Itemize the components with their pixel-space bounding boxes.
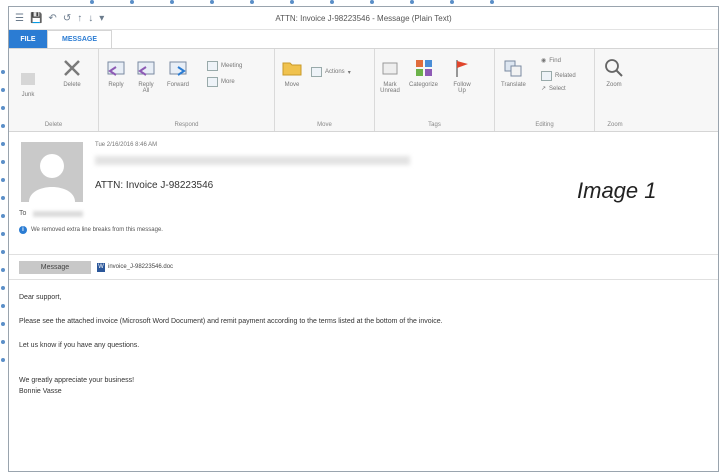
tags-group-label: Tags <box>428 122 441 128</box>
reply-button[interactable]: Reply <box>105 57 127 88</box>
more-button[interactable]: More <box>207 77 235 87</box>
message-tab[interactable]: Message <box>19 260 91 274</box>
person-silhouette-icon <box>29 154 75 202</box>
move-group-label: Move <box>317 122 332 128</box>
related-button[interactable]: Related <box>541 71 576 81</box>
editing-group: Translate ◉ Find Related ↗ Select Editin… <box>495 49 595 131</box>
info-bar[interactable]: i We removed extra line breaks from this… <box>19 226 163 234</box>
mark-unread-button[interactable]: Mark Unread <box>379 57 401 94</box>
to-label: To <box>19 210 27 217</box>
body-signature: Bonnie Vasse <box>19 388 62 395</box>
junk-icon <box>21 73 35 85</box>
decorative-dots-left <box>0 70 8 380</box>
meeting-button[interactable]: Meeting <box>207 61 242 71</box>
zoom-group-label: Zoom <box>607 122 623 128</box>
more-icon <box>207 77 218 87</box>
delete-x-icon <box>64 60 80 76</box>
message-subject: ATTN: Invoice J-98223546 <box>95 180 214 191</box>
zoom-button[interactable]: Zoom <box>603 57 625 88</box>
to-address-blurred <box>33 211 83 217</box>
actions-icon <box>311 67 322 77</box>
attachment-filename: invoice_J-98223546.doc <box>108 264 174 270</box>
delete-group-label: Delete <box>44 122 63 128</box>
info-text: We removed extra line breaks from this m… <box>31 227 163 233</box>
meeting-icon <box>207 61 218 71</box>
reply-all-button[interactable]: Reply All <box>135 57 157 94</box>
body-line-1: Please see the attached invoice (Microso… <box>19 318 443 325</box>
translate-button[interactable]: Translate <box>501 57 526 88</box>
window-title: ATTN: Invoice J-98223546 - Message (Plai… <box>275 14 452 23</box>
body-greeting: Dear support, <box>19 294 62 301</box>
delete-group: Junk Delete Delete <box>9 49 99 131</box>
tab-file[interactable]: FILE <box>9 30 47 48</box>
zoom-magnifier-icon <box>605 59 623 77</box>
tags-group: Mark Unread Categorize Follow Up Tags <box>375 49 495 131</box>
categorize-button[interactable]: Categorize <box>409 57 438 88</box>
email-window: ☰ 💾 ↶ ↺ ↑ ↓ ▾ ATTN: Invoice J-98223546 -… <box>8 6 719 472</box>
zoom-group: Zoom Zoom <box>595 49 635 131</box>
find-button[interactable]: ◉ Find <box>541 57 561 65</box>
decorative-dots-top <box>30 0 550 6</box>
sender-avatar <box>21 142 83 202</box>
follow-up-button[interactable]: Follow Up <box>451 57 473 94</box>
ribbon: Junk Delete Delete Reply Reply All Forwa… <box>9 48 718 132</box>
message-date: Tue 2/16/2016 8:46 AM <box>95 142 158 148</box>
select-button[interactable]: ↗ Select <box>541 85 566 93</box>
select-cursor-icon: ↗ <box>541 86 547 92</box>
forward-button[interactable]: Forward <box>167 57 189 88</box>
find-binoculars-icon: ◉ <box>541 58 547 64</box>
respond-group: Reply Reply All Forward Meeting More Res… <box>99 49 275 131</box>
forward-icon <box>169 61 187 76</box>
follow-up-flag-icon <box>456 60 468 77</box>
body-closing: We greatly appreciate your business! <box>19 377 135 384</box>
move-folder-icon <box>282 62 302 76</box>
attachment-bar: Message W invoice_J-98223546.doc <box>9 255 718 280</box>
title-bar: ☰ 💾 ↶ ↺ ↑ ↓ ▾ ATTN: Invoice J-98223546 -… <box>9 7 718 30</box>
attachment-file[interactable]: W invoice_J-98223546.doc <box>97 262 174 272</box>
word-document-icon: W <box>97 262 105 272</box>
ribbon-tabs: FILE MESSAGE <box>9 30 718 48</box>
message-header: Tue 2/16/2016 8:46 AM ATTN: Invoice J-98… <box>9 132 718 255</box>
move-button[interactable]: Move <box>281 57 303 88</box>
move-group: Move Actions ▾ Move <box>275 49 375 131</box>
tab-message[interactable]: MESSAGE <box>47 30 113 48</box>
actions-button[interactable]: Actions ▾ <box>311 67 351 77</box>
body-line-2: Let us know if you have any questions. <box>19 342 140 349</box>
reply-all-icon <box>137 61 155 76</box>
mark-unread-icon <box>382 62 398 75</box>
signature-block: We greatly appreciate your business! Bon… <box>19 375 708 397</box>
junk-button[interactable]: Junk <box>17 67 39 98</box>
reply-icon <box>107 61 125 76</box>
actions-chevron-icon: ▾ <box>347 69 351 76</box>
related-icon <box>541 71 552 81</box>
sender-address-blurred <box>95 156 410 165</box>
respond-group-label: Respond <box>174 122 199 128</box>
delete-button[interactable]: Delete <box>61 57 83 88</box>
message-body: Dear support, Please see the attached in… <box>9 280 718 397</box>
categorize-icon <box>415 60 432 76</box>
info-icon: i <box>19 226 27 234</box>
editing-group-label: Editing <box>535 122 554 128</box>
image-label: Image 1 <box>577 178 657 203</box>
translate-icon <box>504 60 522 77</box>
